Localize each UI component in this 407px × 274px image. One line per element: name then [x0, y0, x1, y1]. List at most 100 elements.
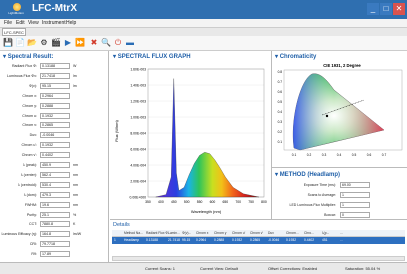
result-label: λ (dom):: [23, 192, 37, 197]
result-value[interactable]: 0.2865: [40, 122, 70, 129]
panel-icon[interactable]: ▬: [125, 38, 135, 48]
fast-forward-icon[interactable]: ⏩: [75, 38, 85, 48]
graph-header: ▾ SPECTRAL FLUX GRAPH: [113, 54, 191, 60]
saturation-status: Saturation: 55.04 %: [345, 266, 381, 271]
result-unit: W: [73, 64, 77, 68]
result-value[interactable]: 562.4: [40, 171, 70, 178]
column-header[interactable]: Chrom u': [232, 231, 245, 235]
column-header[interactable]: Chrom y: [214, 231, 226, 235]
menu-bar: File Edit View Instrument Help: [0, 19, 407, 28]
method-field-input[interactable]: 1: [340, 202, 370, 208]
column-header[interactable]: ...: [340, 231, 343, 235]
table-cell: 21.7418: [168, 238, 180, 242]
x-tick-label: 500: [184, 200, 190, 204]
table-cell: 0.4402: [304, 238, 315, 242]
column-header[interactable]: Chrom x: [196, 231, 208, 235]
column-header[interactable]: Duv: [268, 231, 274, 235]
method-field-label: Exposure Time (ms):: [303, 183, 336, 187]
column-header[interactable]: Lumin...: [168, 231, 180, 235]
cie-y-tick: 0.7: [278, 80, 283, 84]
menu-instrument[interactable]: Instrument: [42, 20, 66, 26]
result-unit: nm: [73, 163, 78, 167]
result-value[interactable]: 0.2888: [40, 102, 70, 109]
sun-icon: [13, 3, 21, 11]
y-tick-label: 4.00E-004: [130, 163, 146, 167]
x-axis-label: Wavelength (nm): [191, 209, 222, 214]
title-bar: LightMotion LFC-MtrX _ □ ✕: [0, 0, 407, 19]
x-tick-label: 350: [145, 200, 151, 204]
result-value[interactable]: 21.7418: [40, 72, 70, 79]
method-field-input[interactable]: 1: [340, 192, 370, 198]
open-folder-icon[interactable]: 📂: [27, 38, 37, 48]
method-field-input[interactable]: 69.00: [340, 182, 370, 188]
result-value[interactable]: 0.4402: [40, 152, 70, 159]
settings-icon[interactable]: ⚙: [39, 38, 49, 48]
cie-x-tick: 0.1: [292, 153, 297, 157]
tab-lfc-spec[interactable]: LFC-SPEC: [2, 28, 26, 36]
result-value[interactable]: 0.13188: [40, 63, 70, 69]
column-header[interactable]: Chrom...: [286, 231, 299, 235]
cie-x-tick: 0.4: [337, 153, 342, 157]
x-tick-label: 700: [235, 200, 241, 204]
column-header[interactable]: Φ(v)...: [182, 231, 191, 235]
table-cell: Headlamp: [124, 238, 140, 242]
result-unit: lm: [73, 73, 77, 78]
horizontal-scrollbar[interactable]: [112, 256, 405, 261]
table-cell: 95.15: [182, 238, 191, 242]
result-value[interactable]: 79.7718: [40, 241, 70, 248]
result-value[interactable]: 0.2964: [40, 92, 70, 99]
x-tick-label: 450: [171, 200, 177, 204]
result-value[interactable]: 0.1932: [40, 142, 70, 149]
column-header[interactable]: λ(p...: [322, 231, 329, 235]
table-cell: 0.1932: [286, 238, 297, 242]
x-tick-label: 800: [261, 200, 267, 204]
menu-view[interactable]: View: [28, 20, 39, 26]
chromaticity-chart: CIE 1931, 2 Degree 0.8 0.7 0.6 0.5 0.4 0.3 0.2…: [278, 63, 403, 157]
result-value[interactable]: 450.9: [40, 162, 70, 168]
result-label: λ (peak):: [23, 163, 37, 167]
close-button[interactable]: ✕: [393, 3, 405, 15]
save-icon[interactable]: 💾: [3, 38, 13, 48]
result-unit: lm: [73, 83, 77, 88]
method-field-input[interactable]: 0: [340, 212, 370, 218]
result-value[interactable]: 95.15: [40, 82, 70, 89]
column-header[interactable]: Method Na...: [124, 231, 143, 235]
x-tick-label: 600: [210, 200, 216, 204]
cie-x-tick: 0.3: [322, 153, 327, 157]
menu-file[interactable]: File: [4, 20, 12, 26]
result-label: Φ(v):: [28, 83, 37, 88]
result-value[interactable]: 25.1: [40, 211, 70, 218]
menu-edit[interactable]: Edit: [16, 20, 25, 26]
stop-icon[interactable]: ✖: [89, 38, 99, 48]
x-tick-label: 550: [197, 200, 203, 204]
method-field-label: Scans to Average:: [307, 193, 336, 197]
column-header[interactable]: Chrom v': [250, 231, 263, 235]
table-cell: 451: [322, 238, 328, 242]
y-tick-label: 6.00E-004: [130, 147, 146, 151]
result-value[interactable]: 7880.8: [40, 221, 70, 228]
result-value[interactable]: 19.6: [40, 201, 70, 208]
table-cell: 0.2888: [214, 238, 225, 242]
column-header[interactable]: Chro...: [304, 231, 314, 235]
result-label: λ (centroid):: [18, 182, 37, 187]
record-icon[interactable]: 🎬: [51, 38, 61, 48]
result-value[interactable]: 17.89: [40, 251, 70, 258]
zoom-icon[interactable]: 🔍: [101, 38, 111, 48]
result-value[interactable]: 0.1932: [40, 112, 70, 119]
result-value[interactable]: -0.0046: [40, 132, 70, 139]
method-field-label: Boxcar:: [324, 213, 336, 217]
result-label: Chrom v:: [22, 123, 37, 128]
new-file-icon[interactable]: 📄: [15, 38, 25, 48]
x-tick-label: 400: [158, 200, 164, 204]
menu-help[interactable]: Help: [66, 20, 76, 26]
result-value[interactable]: 164.8: [40, 231, 70, 238]
minimize-button[interactable]: _: [367, 3, 379, 15]
play-icon[interactable]: ▶: [63, 38, 73, 48]
result-value[interactable]: 479.3: [40, 191, 70, 198]
power-icon[interactable]: ⏻: [113, 38, 123, 48]
cie-y-tick: 0.2: [278, 130, 283, 134]
result-value[interactable]: 530.4: [40, 181, 70, 188]
status-bar: Current Scans: 1 Current View: Default O…: [0, 262, 407, 274]
maximize-button[interactable]: □: [380, 3, 392, 15]
cie-y-tick: 0.8: [278, 70, 283, 74]
